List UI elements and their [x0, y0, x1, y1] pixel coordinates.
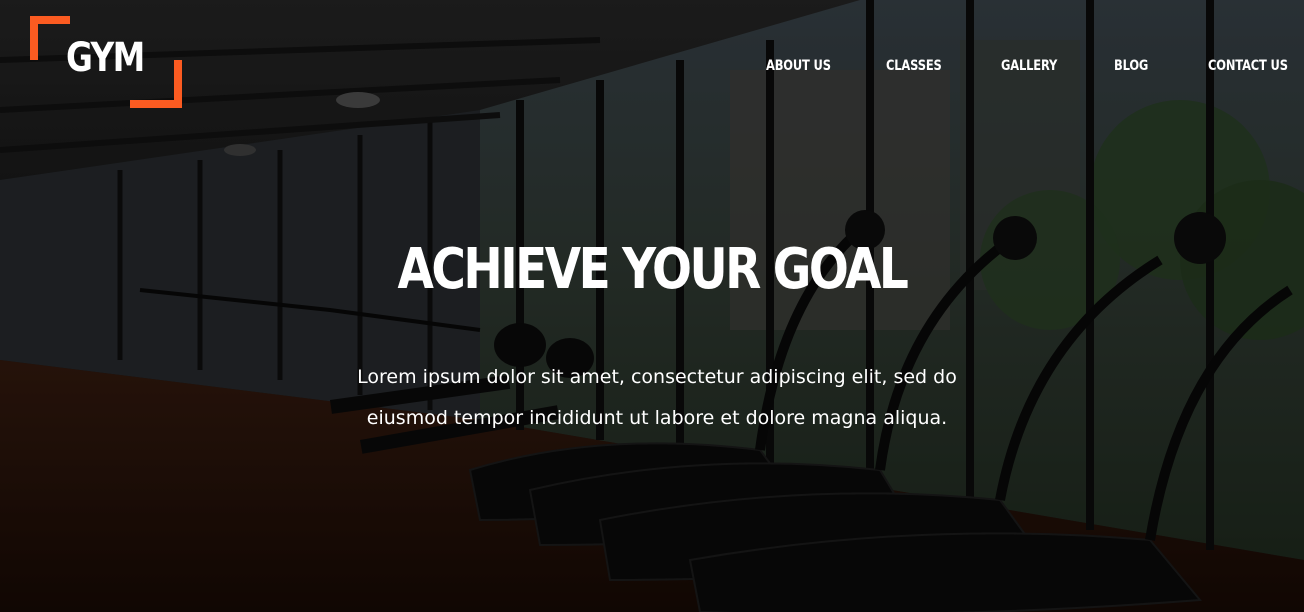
- hero-subtitle-line-2: eiusmod tempor incididunt ut labore et d…: [366, 407, 948, 429]
- hero-subtitle-line-1: Lorem ipsum dolor sit amet, consectetur …: [357, 366, 957, 388]
- nav-link-gallery[interactable]: GALLERY: [1001, 58, 1057, 74]
- gym-logo[interactable]: GYM: [30, 16, 182, 108]
- hero-subtitle: Lorem ipsum dolor sit amet, consectetur …: [322, 357, 992, 439]
- hero-title: ACHIEVE YOUR GOAL: [0, 240, 1304, 300]
- hero-section: GYM ABOUT US CLASSES GALLERY BLOG CONTAC…: [0, 0, 1304, 612]
- nav-link-classes[interactable]: CLASSES: [886, 58, 942, 74]
- nav-link-blog[interactable]: BLOG: [1114, 58, 1148, 74]
- nav-link-about-us[interactable]: ABOUT US: [766, 58, 831, 74]
- dark-overlay: [0, 0, 1304, 612]
- logo-bracket-top-left: [30, 16, 70, 60]
- hero-title-text: ACHIEVE YOUR GOAL: [397, 237, 909, 302]
- logo-text: GYM: [66, 35, 145, 81]
- nav-link-contact-us[interactable]: CONTACT US: [1208, 58, 1288, 74]
